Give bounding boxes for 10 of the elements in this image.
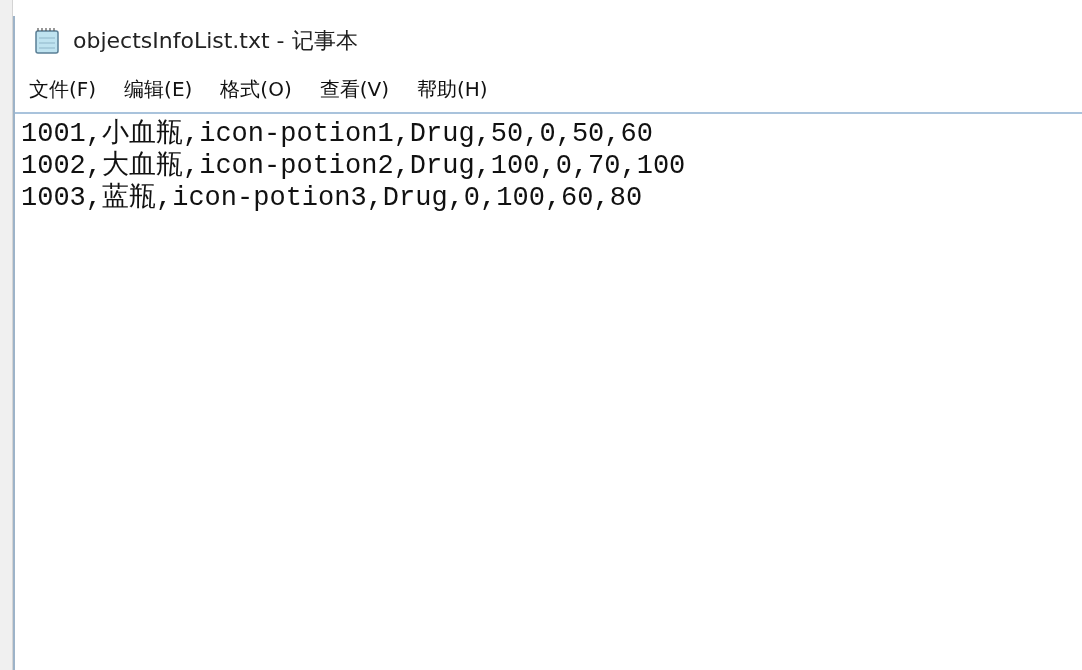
window-title: objectsInfoList.txt - 记事本	[73, 27, 358, 55]
text-line: 1001,小血瓶,icon-potion1,Drug,50,0,50,60	[21, 118, 653, 150]
text-editor[interactable]: 1001,小血瓶,icon-potion1,Drug,50,0,50,60 1002,大血瓶,icon-potion2,Drug,100,0,70,100 1003,蓝瓶,icon-potion3,Drug,0,100,60,80	[15, 112, 1082, 670]
menu-item[interactable]: 格式(O)	[220, 75, 292, 103]
text-line: 1003,蓝瓶,icon-potion3,Drug,0,100,60,80	[21, 182, 643, 214]
menu-item[interactable]: 编辑(E)	[124, 75, 193, 103]
menu-item[interactable]: 文件(F)	[29, 75, 97, 103]
menu-item[interactable]: 查看(V)	[319, 75, 389, 103]
text-line: 1002,大血瓶,icon-potion2,Drug,100,0,70,100	[21, 150, 686, 182]
menu-item[interactable]: 帮助(H)	[417, 75, 488, 103]
